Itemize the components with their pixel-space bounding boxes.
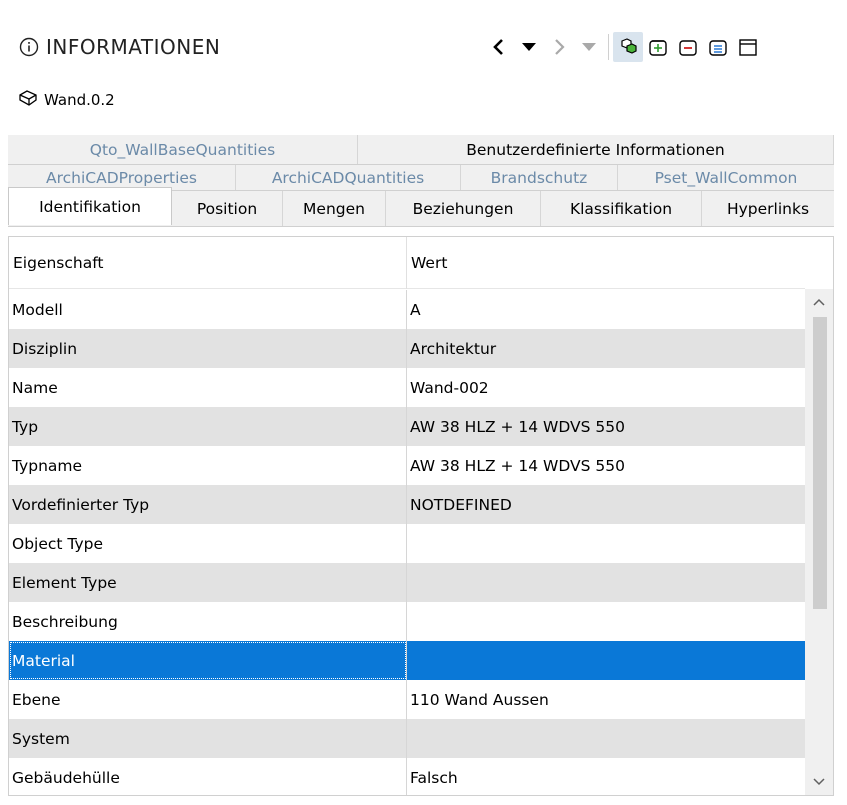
property-cell: Typname — [9, 446, 407, 485]
selection-filter-icon[interactable] — [613, 32, 643, 62]
scroll-down-icon[interactable] — [805, 769, 833, 795]
value-cell: Architektur — [410, 339, 497, 358]
property-cell: Ebene — [9, 680, 407, 719]
property-cell: Name — [9, 368, 407, 407]
value-cell: AW 38 HLZ + 14 WDVS 550 — [410, 417, 626, 436]
table-row[interactable]: Element Type — [9, 563, 805, 602]
tab-identifikation[interactable]: Identifikation — [8, 187, 172, 225]
value-cell: Falsch — [410, 768, 458, 787]
value-cell — [407, 524, 805, 563]
table-row[interactable]: Object Type — [9, 524, 805, 563]
value-cell: NOTDEFINED — [410, 495, 512, 514]
scroll-up-icon[interactable] — [805, 289, 833, 315]
property-cell: System — [9, 719, 407, 758]
toolbar — [484, 30, 763, 64]
vertical-scrollbar[interactable] — [805, 289, 833, 795]
table-header: Eigenschaft Wert — [9, 237, 805, 289]
table-row[interactable]: Disziplin Architektur — [9, 329, 805, 368]
table-row[interactable]: Name Wand-002 — [9, 368, 805, 407]
panel-title: INFORMATIONEN — [46, 35, 221, 59]
property-cell: Beschreibung — [9, 602, 407, 641]
tab-klassifikation[interactable]: Klassifikation — [541, 191, 702, 226]
value-cell — [407, 719, 805, 758]
scrollbar-thumb[interactable] — [813, 317, 827, 609]
tab-beziehungen[interactable]: Beziehungen — [386, 191, 541, 226]
table-row[interactable]: Beschreibung — [9, 602, 805, 641]
value-cell: Wand-002 — [410, 378, 489, 397]
tab-row-3: Identifikation Position Mengen Beziehung… — [8, 187, 834, 227]
back-icon[interactable] — [484, 32, 514, 62]
tab-brandschutz[interactable]: Brandschutz — [461, 165, 618, 190]
value-cell — [407, 563, 805, 602]
property-cell: Modell — [9, 290, 407, 329]
table-row[interactable]: System — [9, 719, 805, 758]
table-row-selected[interactable]: Material — [9, 641, 805, 680]
table-body: Modell A Disziplin Architektur Name Wand-00… — [9, 290, 805, 795]
column-header-wert[interactable]: Wert — [407, 237, 805, 289]
value-cell: 110 Wand Aussen — [410, 690, 549, 709]
forward-icon[interactable] — [544, 32, 574, 62]
element-name: Wand.0.2 — [44, 91, 115, 109]
table-row[interactable]: Typname AW 38 HLZ + 14 WDVS 550 — [9, 446, 805, 485]
info-icon — [18, 36, 40, 58]
value-cell: A — [410, 300, 421, 319]
dropdown-disabled-icon[interactable] — [574, 32, 604, 62]
value-cell — [407, 602, 805, 641]
list-icon[interactable] — [703, 32, 733, 62]
column-header-eigenschaft[interactable]: Eigenschaft — [9, 237, 407, 289]
table-row[interactable]: Typ AW 38 HLZ + 14 WDVS 550 — [9, 407, 805, 446]
tab-qto-wallbasequantities[interactable]: Qto_WallBaseQuantities — [8, 135, 358, 164]
value-cell — [407, 641, 805, 680]
property-cell: Gebäudehülle — [9, 758, 407, 795]
property-cell: Object Type — [9, 524, 407, 563]
tab-benutzerdefinierte-informationen[interactable]: Benutzerdefinierte Informationen — [358, 135, 834, 164]
toolbar-divider — [608, 34, 609, 60]
tab-position[interactable]: Position — [172, 191, 283, 226]
tab-bar: Qto_WallBaseQuantities Benutzerdefiniert… — [8, 135, 834, 227]
property-cell: Disziplin — [9, 329, 407, 368]
tab-archicadquantities[interactable]: ArchiCADQuantities — [236, 165, 461, 190]
property-cell: Vordefinierter Typ — [9, 485, 407, 524]
collapse-all-icon[interactable] — [673, 32, 703, 62]
table-row[interactable]: Modell A — [9, 290, 805, 329]
property-cell: Element Type — [9, 563, 407, 602]
expand-all-icon[interactable] — [643, 32, 673, 62]
information-panel: INFORMATIONEN Wand.0.2 Qto_WallBaseQuant… — [0, 0, 847, 805]
panel-header: INFORMATIONEN — [18, 30, 220, 64]
table-row[interactable]: Ebene 110 Wand Aussen — [9, 680, 805, 719]
value-cell: AW 38 HLZ + 14 WDVS 550 — [410, 456, 626, 475]
property-cell: Typ — [9, 407, 407, 446]
tab-row-1: Qto_WallBaseQuantities Benutzerdefiniert… — [8, 135, 834, 165]
window-icon[interactable] — [733, 32, 763, 62]
dropdown-icon[interactable] — [514, 32, 544, 62]
table-row[interactable]: Vordefinierter Typ NOTDEFINED — [9, 485, 805, 524]
property-table: Eigenschaft Wert Modell A Disziplin Archit… — [8, 236, 834, 796]
tab-mengen[interactable]: Mengen — [283, 191, 386, 226]
property-cell: Material — [9, 641, 407, 680]
table-row[interactable]: Gebäudehülle Falsch — [9, 758, 805, 795]
element-name-row: Wand.0.2 — [18, 86, 115, 114]
element-cube-icon — [18, 89, 38, 112]
tab-hyperlinks[interactable]: Hyperlinks — [702, 191, 834, 226]
tab-pset-wallcommon[interactable]: Pset_WallCommon — [618, 165, 834, 190]
